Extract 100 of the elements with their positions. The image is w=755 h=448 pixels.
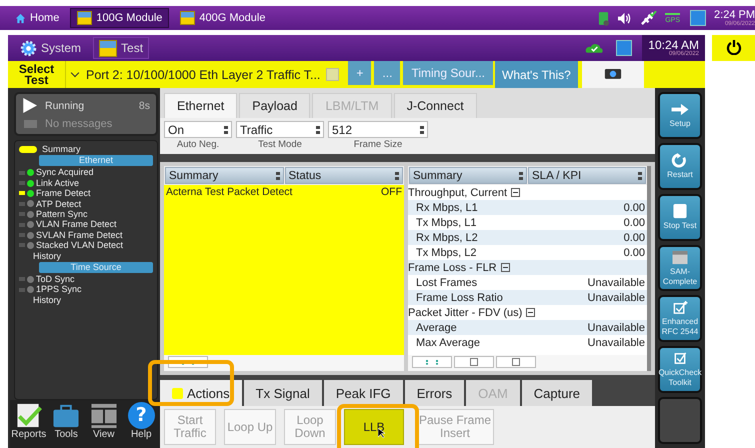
table-cell: 0.00	[624, 216, 645, 228]
window-icon	[670, 250, 690, 264]
tree-item[interactable]: ATP Detect	[36, 198, 82, 210]
arrow-icon	[670, 102, 690, 117]
collapse-icon[interactable]	[500, 263, 510, 272]
collapse-icon[interactable]	[511, 188, 520, 197]
module-tab[interactable]: 400G Module	[173, 8, 272, 28]
tree-item[interactable]: History	[33, 294, 62, 306]
table-cell: Unavailable	[588, 292, 645, 304]
tree-item[interactable]: Link Active	[36, 178, 80, 188]
v2-icon	[690, 10, 706, 26]
side-button[interactable]: Setup	[658, 92, 702, 139]
tree-item[interactable]: 1PPS Sync	[36, 284, 82, 295]
module-icon	[99, 40, 118, 56]
table-cell-text: Tx Mbps, L2	[415, 246, 477, 258]
speaker-icon	[617, 12, 632, 24]
table-cell: OFF	[381, 185, 402, 199]
tool-button[interactable]: ? Help	[122, 402, 160, 448]
field-label: Frame Size	[354, 139, 402, 150]
table-cell: Unavailable	[588, 336, 645, 348]
collapse-icon[interactable]	[526, 308, 536, 317]
table-cell-text: Rx Mbps, L1	[415, 202, 478, 214]
field-label: Auto Neg.	[176, 139, 220, 150]
clock-time: 10:24 AM	[648, 39, 699, 51]
tree-item[interactable]: ToD Sync	[36, 274, 75, 284]
setup-tab[interactable]: Payload	[239, 93, 310, 118]
tree-item[interactable]: History	[33, 250, 62, 262]
table-cell-text: Rx Mbps, L2	[415, 232, 478, 244]
table-cell: Frame Loss - FLR	[408, 262, 497, 274]
action-tab[interactable]: Capture	[522, 380, 592, 406]
camera-button[interactable]	[582, 61, 644, 88]
move-button[interactable]	[412, 356, 452, 368]
camera-icon	[604, 66, 622, 80]
copy-button[interactable]	[454, 356, 494, 368]
summary-indicator	[19, 146, 37, 153]
elapsed-time: 8s	[138, 100, 150, 112]
tool-button[interactable]: Tools	[48, 402, 85, 448]
column-header[interactable]: Summary	[165, 167, 284, 184]
setup-tab[interactable]: Ethernet	[164, 93, 238, 118]
column-header[interactable]: Status	[284, 167, 403, 184]
tree-item[interactable]: SVLAN Frame Detect	[36, 230, 123, 240]
column-header[interactable]: SLA / KPI	[528, 167, 646, 184]
table-cell: 0.00	[624, 202, 645, 214]
add-button[interactable]	[496, 356, 536, 368]
tree-item[interactable]: Pattern Sync	[36, 209, 88, 220]
gear-icon	[20, 40, 37, 56]
table-cell: Throughput, Current	[408, 186, 508, 198]
run-state: Running	[45, 100, 84, 112]
help-icon: ?	[128, 402, 155, 429]
power-button[interactable]	[712, 35, 755, 61]
table-cell-text: Average	[415, 322, 457, 334]
side-button[interactable]: Stop Test	[658, 194, 702, 241]
table-cell-text: Lost Frames	[415, 276, 478, 288]
group-header: Time Source	[39, 262, 153, 274]
action-tab[interactable]: Errors	[404, 380, 464, 406]
home-icon	[15, 12, 26, 24]
column-header[interactable]: Summary	[409, 167, 527, 184]
setup-tab[interactable]: J-Connect	[394, 93, 477, 118]
tool-button[interactable]: Reports	[10, 402, 48, 448]
table-cell: Unavailable	[588, 276, 645, 288]
module-icon	[77, 11, 92, 25]
message-text: No messages	[45, 118, 112, 130]
module-icon	[180, 11, 196, 25]
header-tab[interactable]: System	[14, 37, 88, 59]
dropdown[interactable]: Traffic	[236, 121, 324, 138]
layout-icon	[88, 402, 119, 429]
dropdown[interactable]: 512	[328, 121, 428, 138]
tree-item[interactable]: Frame Detect	[36, 188, 91, 199]
table-cell: Unavailable	[588, 322, 645, 334]
table-cell: Packet Jitter - FDV (us)	[408, 306, 522, 318]
toolbox-icon	[51, 402, 82, 429]
side-button[interactable]: Enhanced RFC 2544	[658, 295, 702, 342]
tree-item[interactable]: VLAN Frame Detect	[36, 219, 117, 230]
play-icon	[22, 98, 37, 114]
header-tab[interactable]: Test	[93, 37, 150, 59]
satellite-icon	[640, 10, 658, 26]
cloud-check-icon	[585, 42, 604, 54]
port-title: Port 2: 10/100/1000 Eth Layer 2 Traffic T...	[86, 68, 320, 82]
clock-time: 2:24 PM	[714, 10, 755, 20]
table-cell-text: Max Average	[415, 336, 480, 348]
side-button[interactable]: SAM-Complete	[658, 244, 702, 292]
table-cell: 0.00	[624, 232, 645, 244]
tree-item[interactable]: Sync Acquired	[36, 167, 94, 178]
module-tab[interactable]: Home	[8, 8, 66, 28]
group-header: Ethernet	[39, 155, 153, 166]
power-icon	[726, 38, 742, 54]
battery-icon	[598, 10, 610, 26]
field-label: Test Mode	[258, 139, 302, 150]
side-button[interactable]: Restart	[658, 142, 702, 190]
module-tab[interactable]: 100G Module	[70, 8, 170, 28]
dropdown[interactable]: On	[164, 121, 232, 138]
action-tab[interactable]: Peak IFG	[324, 380, 403, 406]
table-cell-text: Frame Loss Ratio	[415, 292, 503, 304]
tree-item[interactable]: Stacked VLAN Detect	[36, 240, 124, 251]
table-cell: Acterna Test Packet Detect	[166, 185, 292, 199]
v2-icon	[616, 40, 632, 56]
tool-button[interactable]: View	[85, 402, 122, 448]
tree-item[interactable]: Summary	[42, 144, 81, 154]
action-tab[interactable]: Tx Signal	[244, 380, 322, 406]
table-cell-text: Tx Mbps, L1	[415, 216, 477, 228]
